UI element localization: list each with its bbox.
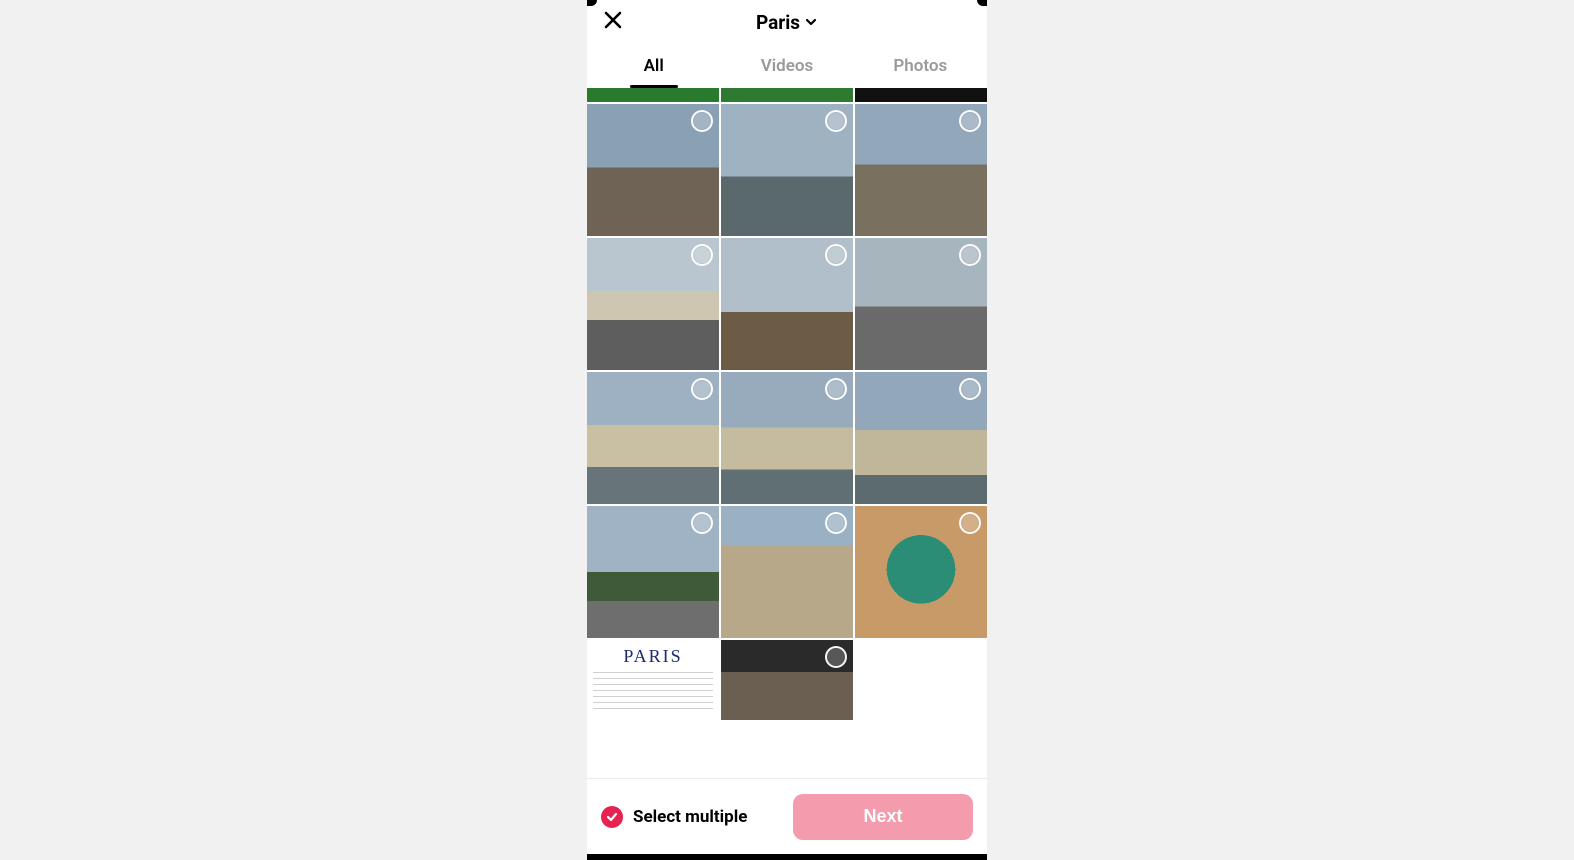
thumb-image [587,640,719,720]
footer: Select multiple Next [587,778,987,854]
media-thumb[interactable] [855,372,987,504]
thumb-image [587,88,719,102]
media-thumb[interactable] [587,88,719,102]
media-grid [587,88,987,720]
media-thumb[interactable] [587,372,719,504]
select-circle[interactable] [691,378,713,400]
tab-all[interactable]: All [587,44,720,88]
thumb-image [721,88,853,102]
tab-label: Videos [761,56,814,76]
select-circle[interactable] [825,110,847,132]
thumb-image [855,88,987,102]
media-thumb-empty [855,640,987,720]
select-circle[interactable] [691,244,713,266]
tab-label: All [644,56,664,76]
close-button[interactable] [601,10,625,34]
select-circle[interactable] [959,378,981,400]
media-thumb[interactable] [587,238,719,370]
media-thumb[interactable] [721,88,853,102]
select-circle[interactable] [825,244,847,266]
media-thumb[interactable] [721,640,853,720]
check-icon [606,811,618,823]
select-circle[interactable] [691,512,713,534]
tab-videos[interactable]: Videos [720,44,853,88]
media-picker-screen: Paris All Videos Photos [587,0,987,860]
header: Paris [587,0,987,44]
bottom-bar [587,854,987,860]
filter-tabs: All Videos Photos [587,44,987,88]
close-icon [603,10,623,34]
tab-photos[interactable]: Photos [854,44,987,88]
media-thumb[interactable] [855,88,987,102]
select-circle[interactable] [691,110,713,132]
select-circle[interactable] [825,646,847,668]
select-circle[interactable] [959,110,981,132]
media-thumb[interactable] [855,238,987,370]
select-multiple-label[interactable]: Select multiple [633,807,747,827]
media-thumb[interactable] [855,104,987,236]
select-circle[interactable] [959,244,981,266]
media-thumb[interactable] [721,372,853,504]
select-multiple-check[interactable] [601,806,623,828]
media-thumb[interactable] [721,506,853,638]
select-circle[interactable] [825,512,847,534]
media-thumb[interactable] [587,506,719,638]
select-circle[interactable] [959,512,981,534]
album-title: Paris [756,11,800,34]
media-thumb[interactable] [721,238,853,370]
media-grid-scroll[interactable] [587,88,987,778]
select-circle[interactable] [825,378,847,400]
media-thumb[interactable] [587,640,719,720]
chevron-down-icon [804,15,818,29]
tab-label: Photos [893,56,947,76]
media-thumb[interactable] [855,506,987,638]
media-thumb[interactable] [587,104,719,236]
album-dropdown[interactable]: Paris [756,11,818,34]
next-button[interactable]: Next [793,794,973,840]
media-thumb[interactable] [721,104,853,236]
